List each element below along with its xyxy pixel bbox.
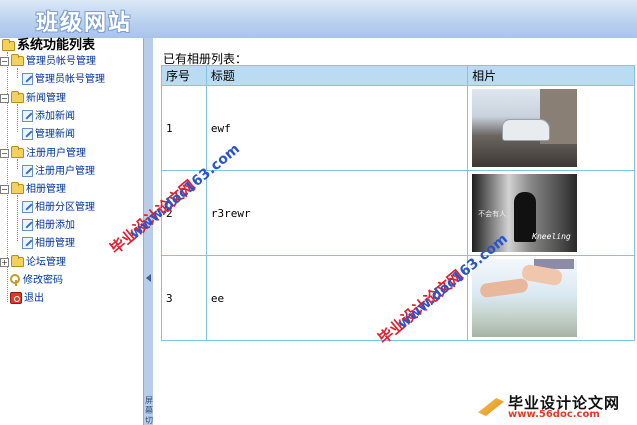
expand-icon[interactable]: + [0, 257, 9, 267]
tree-group-album[interactable]: − 相册管理 [0, 182, 66, 198]
table-header-row: 序号 标题 相片 [161, 65, 635, 86]
photo-caption-text: Kneeling [532, 232, 571, 241]
photo-car-thumbnail[interactable] [472, 89, 578, 167]
row-title: r3rewr [205, 170, 469, 256]
tree-item-manage-news[interactable]: 管理新闻 [22, 127, 75, 143]
tree-item-admin-account-manage[interactable]: 管理员帐号管理 [22, 72, 105, 88]
row-number: 3 [161, 255, 207, 341]
edit-document-icon [22, 73, 33, 85]
photo-hands-thumbnail[interactable] [472, 259, 578, 337]
tree-item-registered-users-manage[interactable]: 注册用户管理 [22, 164, 95, 180]
photo-bw-figure-thumbnail[interactable]: 不会有人 Kneeling [472, 174, 578, 252]
tree-group-news[interactable]: − 新闻管理 [0, 91, 66, 107]
row-title: ewf [205, 85, 469, 171]
sidebar: 系统功能列表 − 管理员帐号管理 管理员帐号管理 − 新闻管理 添加新闻 管理新闻 … [0, 38, 143, 425]
edit-document-icon [22, 201, 33, 213]
tree-item-album-add[interactable]: 相册添加 [22, 218, 75, 234]
edit-document-icon [22, 165, 33, 177]
folder-open-icon [11, 146, 24, 158]
photo-car [502, 119, 551, 141]
folder-open-icon [11, 54, 24, 66]
key-icon [10, 274, 21, 286]
column-header-number: 序号 [161, 65, 207, 86]
frame-splitter[interactable]: 屏幕切换 [143, 38, 153, 425]
collapse-icon[interactable]: − [0, 56, 9, 66]
collapse-icon[interactable]: − [0, 184, 9, 194]
sidebar-title: 系统功能列表 [2, 38, 95, 54]
row-number: 1 [161, 85, 207, 171]
pen-icon [478, 398, 504, 416]
photo-hand [479, 277, 529, 299]
folder-open-icon [11, 182, 24, 194]
change-password-link[interactable]: 修改密码 [10, 273, 63, 289]
album-table: 序号 标题 相片 1 ewf 2 r3rewr 不会有人 Kneeling 3 … [161, 65, 635, 341]
photo-caption-text: 不会有人 [478, 210, 507, 218]
edit-document-icon [22, 110, 33, 122]
table-row: 3 ee [161, 255, 635, 341]
tree-line [17, 104, 18, 132]
folder-open-icon [2, 38, 15, 51]
table-row: 1 ewf [161, 85, 635, 171]
tree-group-admin-account[interactable]: − 管理员帐号管理 [0, 54, 96, 70]
logout-link[interactable]: 退出 [10, 291, 44, 307]
footer-watermark-url: www.56doc.com [508, 409, 600, 420]
tree-item-album-manage[interactable]: 相册管理 [22, 236, 75, 252]
footer-watermark-logo: 毕业设计论文网 www.56doc.com [478, 392, 633, 422]
edit-document-icon [22, 128, 33, 140]
column-header-title: 标题 [205, 65, 469, 86]
edit-document-icon [22, 219, 33, 231]
collapse-icon[interactable]: − [0, 93, 9, 103]
row-photo-cell: 不会有人 Kneeling [467, 170, 635, 256]
edit-document-icon [22, 237, 33, 249]
row-photo-cell [467, 255, 635, 341]
folder-open-icon [11, 91, 24, 103]
tree-item-add-news[interactable]: 添加新闻 [22, 109, 75, 125]
row-photo-cell [467, 85, 635, 171]
row-number: 2 [161, 170, 207, 256]
tree-group-registered-users[interactable]: − 注册用户管理 [0, 146, 86, 162]
tree-item-album-partition-manage[interactable]: 相册分区管理 [22, 200, 95, 216]
tree-group-forum[interactable]: + 论坛管理 [0, 255, 66, 271]
header-banner: 班级网站 [0, 0, 637, 38]
collapse-icon[interactable]: − [0, 148, 9, 158]
folder-icon [11, 255, 24, 267]
tree-line [17, 195, 18, 241]
row-title: ee [205, 255, 469, 341]
site-title: 班级网站 [36, 10, 133, 36]
column-header-photo: 相片 [467, 65, 635, 86]
collapse-sidebar-arrow-icon[interactable] [146, 274, 151, 282]
main-content: 已有相册列表： 序号 标题 相片 1 ewf 2 r3rewr 不会有人 Knee… [153, 38, 637, 425]
table-row: 2 r3rewr 不会有人 Kneeling [161, 170, 635, 256]
exit-icon [10, 292, 22, 304]
